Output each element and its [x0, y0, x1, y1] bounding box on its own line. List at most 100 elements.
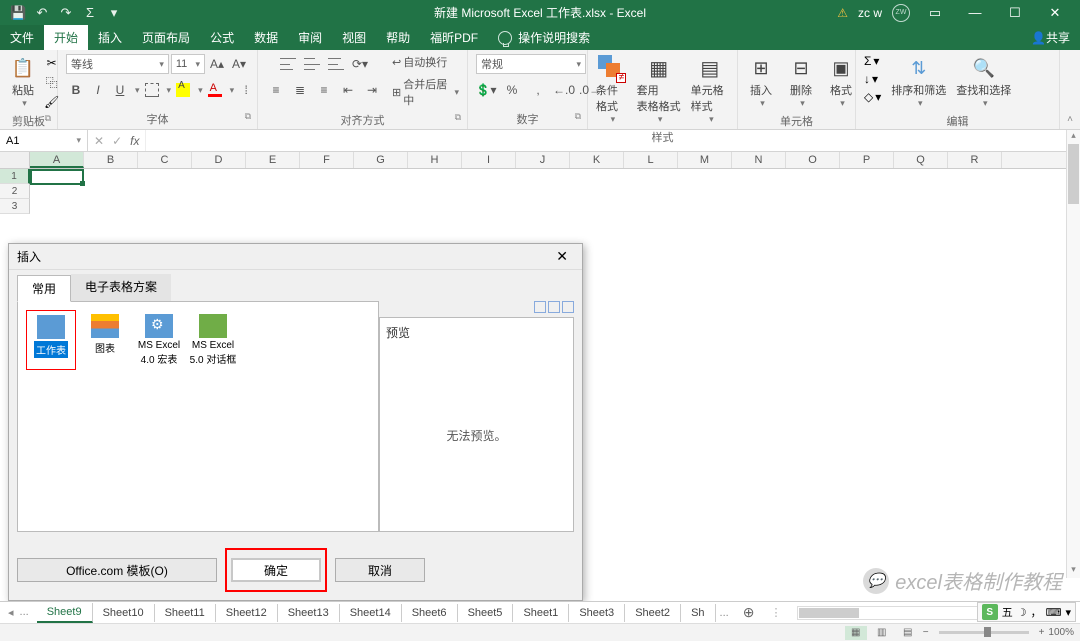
comma-format-icon[interactable]: , [528, 80, 548, 100]
col-header[interactable]: B [84, 152, 138, 168]
insert-cells-button[interactable]: ⊞插入▾ [742, 52, 780, 111]
maximize-icon[interactable]: ☐ [1000, 5, 1030, 21]
minimize-icon[interactable]: — [960, 5, 990, 20]
redo-icon[interactable]: ↷ [58, 5, 74, 21]
undo-icon[interactable]: ↶ [34, 5, 50, 21]
view-large-icons-icon[interactable] [534, 301, 546, 313]
clipboard-launcher-icon[interactable]: ⧉ [45, 113, 51, 124]
col-header[interactable]: Q [894, 152, 948, 168]
template-macro[interactable]: MS Excel 4.0 宏表 [134, 310, 184, 370]
align-bottom-icon[interactable] [326, 54, 346, 74]
zoom-out-icon[interactable]: − [923, 627, 929, 638]
row-header[interactable]: 2 [0, 184, 30, 199]
sheet-tab[interactable]: Sheet3 [569, 604, 625, 622]
sheet-tab[interactable]: Sheet2 [625, 604, 681, 622]
font-color-button[interactable] [205, 80, 225, 100]
tab-layout[interactable]: 页面布局 [132, 25, 200, 50]
alignment-launcher-icon[interactable]: ⧉ [455, 112, 461, 123]
col-header[interactable]: I [462, 152, 516, 168]
col-header[interactable]: D [192, 152, 246, 168]
fill-button[interactable]: ↓ ▾ [864, 72, 878, 86]
zoom-slider[interactable] [939, 631, 1029, 634]
tab-formulas[interactable]: 公式 [200, 25, 244, 50]
ime-punct-icon[interactable]: ， [1031, 604, 1042, 620]
sheet-more-right[interactable]: ... [716, 607, 733, 619]
orientation-icon[interactable]: ⟳▾ [350, 54, 370, 74]
tab-review[interactable]: 审阅 [288, 25, 332, 50]
find-select-button[interactable]: 🔍查找和选择▾ [952, 52, 1015, 111]
warning-icon[interactable]: ⚠ [837, 6, 848, 20]
align-right-icon[interactable]: ≡ [314, 80, 334, 100]
align-middle-icon[interactable] [302, 54, 322, 74]
template-dialog[interactable]: MS Excel 5.0 对话框 [188, 310, 238, 370]
col-header[interactable]: E [246, 152, 300, 168]
italic-button[interactable]: I [88, 80, 108, 100]
clear-button[interactable]: ◇ ▾ [864, 90, 881, 104]
sheet-nav-more[interactable]: ... [20, 606, 29, 619]
cut-icon[interactable]: ✂ [47, 56, 57, 70]
sheet-tab[interactable]: Sheet13 [278, 604, 340, 622]
view-list-icon[interactable] [548, 301, 560, 313]
wrap-text-button[interactable]: ↩ 自动换行 [392, 54, 447, 70]
col-header[interactable]: J [516, 152, 570, 168]
col-header[interactable]: O [786, 152, 840, 168]
active-cell[interactable] [30, 169, 84, 185]
dialog-close-icon[interactable]: ✕ [550, 248, 574, 265]
conditional-format-button[interactable]: ≠条件格式▾ [592, 52, 631, 127]
page-break-view-icon[interactable]: ▤ [897, 626, 919, 640]
share-button[interactable]: 👤 共享 [1021, 25, 1080, 50]
sheet-tab[interactable]: Sheet12 [216, 604, 278, 622]
sheet-nav-prev-icon[interactable]: ◂ [8, 606, 14, 619]
confirm-formula-icon[interactable]: ✓ [112, 134, 122, 148]
bold-button[interactable]: B [66, 80, 86, 100]
align-left-icon[interactable]: ≡ [266, 80, 286, 100]
increase-indent-icon[interactable]: ⇥ [362, 80, 382, 100]
hscroll-thumb[interactable] [799, 608, 859, 618]
dialog-tab-general[interactable]: 常用 [17, 275, 71, 302]
tab-data[interactable]: 数据 [244, 25, 288, 50]
dialog-titlebar[interactable]: 插入 ✕ [9, 244, 582, 270]
col-header[interactable]: G [354, 152, 408, 168]
ok-button[interactable]: 确定 [231, 558, 321, 582]
sheet-tab[interactable]: Sheet11 [155, 604, 216, 622]
tab-foxit[interactable]: 福昕PDF [420, 25, 488, 50]
scroll-thumb[interactable] [1068, 144, 1079, 204]
col-header[interactable]: F [300, 152, 354, 168]
ime-moon-icon[interactable]: ☽ [1017, 606, 1027, 619]
ime-name[interactable]: 五 [1002, 604, 1013, 620]
delete-cells-button[interactable]: ⊟删除▾ [782, 52, 820, 111]
accounting-format-icon[interactable]: 💲▾ [476, 80, 496, 100]
number-format-combo[interactable]: 常规▾ [476, 54, 586, 74]
new-sheet-button[interactable]: ⊕ [733, 604, 765, 621]
row-header[interactable]: 1 [0, 169, 30, 184]
increase-decimal-icon[interactable]: ←.0 [554, 80, 574, 100]
view-details-icon[interactable] [562, 301, 574, 313]
sort-filter-button[interactable]: ⇅排序和筛选▾ [887, 52, 950, 111]
ime-toolbar[interactable]: S 五 ☽ ， ⌨ ▾ [977, 602, 1076, 622]
name-box[interactable]: A1▾ [0, 130, 88, 151]
font-family-combo[interactable]: 等线▾ [66, 54, 169, 74]
fx-icon[interactable]: fx [130, 134, 139, 148]
paste-button[interactable]: 📋 粘贴▾ [4, 52, 42, 111]
col-header[interactable]: N [732, 152, 786, 168]
normal-view-icon[interactable]: ▦ [845, 626, 867, 640]
format-table-button[interactable]: ▦套用 表格格式▾ [633, 52, 685, 127]
page-layout-view-icon[interactable]: ▥ [871, 626, 893, 640]
sheet-tab[interactable]: Sh [681, 604, 715, 622]
decrease-font-icon[interactable]: A▾ [229, 54, 249, 74]
save-icon[interactable]: 💾 [10, 5, 26, 21]
tell-me[interactable]: 操作说明搜索 [488, 25, 600, 50]
cancel-button[interactable]: 取消 [335, 558, 425, 582]
merge-center-button[interactable]: ⊞ 合并后居中 ▾ [392, 76, 459, 108]
close-icon[interactable]: ✕ [1040, 5, 1070, 21]
sheet-tab[interactable]: Sheet10 [93, 604, 155, 622]
cancel-formula-icon[interactable]: ✕ [94, 134, 104, 148]
sheet-tab[interactable]: Sheet14 [340, 604, 402, 622]
increase-font-icon[interactable]: A▴ [207, 54, 227, 74]
col-header[interactable]: M [678, 152, 732, 168]
template-worksheet[interactable]: 工作表 [26, 310, 76, 370]
dialog-tab-sheets[interactable]: 电子表格方案 [71, 274, 171, 301]
col-header[interactable]: L [624, 152, 678, 168]
sheet-tab[interactable]: Sheet6 [402, 604, 458, 622]
align-top-icon[interactable] [278, 54, 298, 74]
